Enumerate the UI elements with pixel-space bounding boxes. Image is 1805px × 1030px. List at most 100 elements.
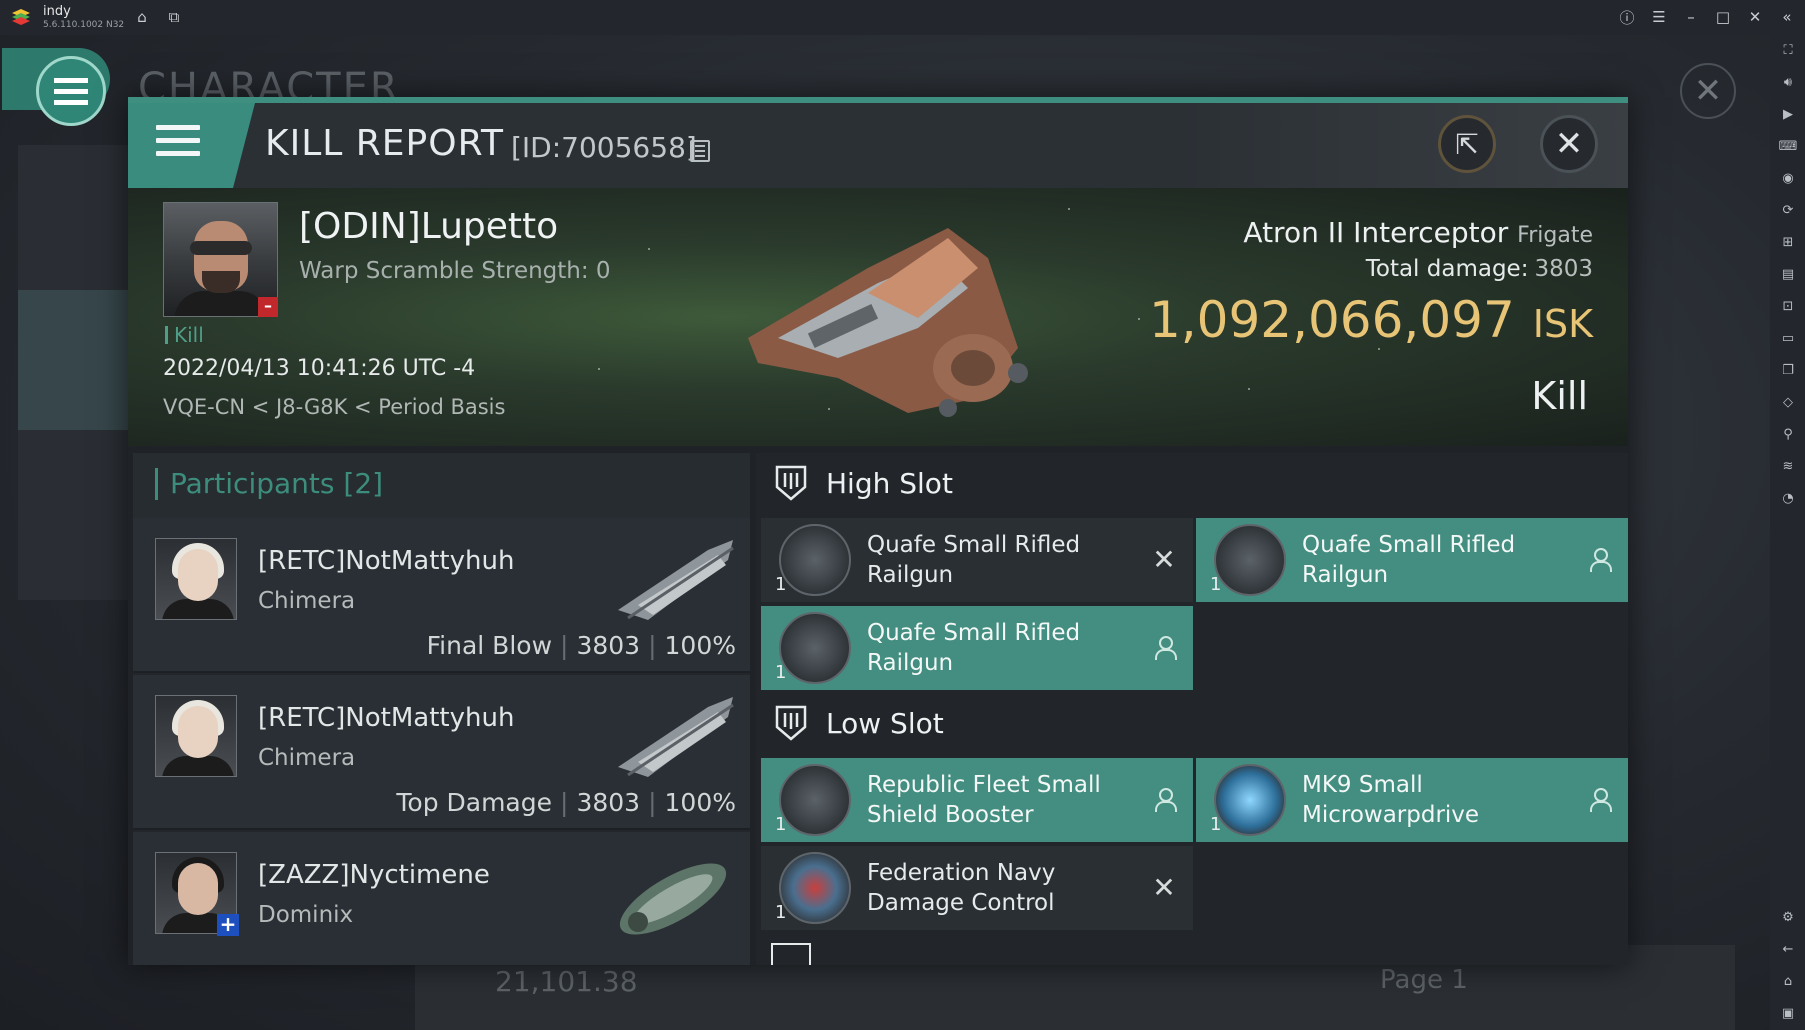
close-window-icon[interactable]: ✕	[1744, 6, 1766, 28]
eco-icon[interactable]: ◔	[1779, 489, 1797, 507]
fullscreen-icon[interactable]: ⛶	[1779, 41, 1797, 59]
emulator-sidebar: ⛶ 🔊︎ ▶ ⌨ ◉ ⟳ ⊞ ▤ ⊡ ▭ ❐ ◇ ⚲ ≋ ◔ ⚙ ← ⌂ ▣	[1770, 35, 1805, 1030]
participant-damage: 3803	[576, 631, 641, 660]
module-item[interactable]: 1 Republic Fleet Small Shield Booster	[761, 758, 1193, 842]
ship-name-text[interactable]: Atron II Interceptor	[1243, 216, 1508, 249]
mid-slot-icon	[771, 943, 811, 965]
module-item[interactable]: 1 MK9 Small Microwarpdrive	[1196, 758, 1628, 842]
total-damage-label: Total damage:	[1365, 256, 1529, 282]
participant-row[interactable]: [RETC]NotMattyhuh Chimera Final Blow | 380…	[133, 518, 750, 673]
participant-portrait[interactable]	[155, 695, 237, 777]
destroyed-icon: ✕	[1152, 870, 1176, 904]
kill-location: VQE-CN < J8-G8K < Period Basis	[163, 395, 506, 419]
participant-ship-image	[618, 697, 734, 777]
module-item[interactable]: 1 Federation Navy Damage Control ✕	[761, 846, 1193, 930]
module-name: Federation Navy Damage Control	[867, 860, 1056, 916]
warp-scramble-strength: Warp Scramble Strength: 0	[299, 258, 611, 284]
participant-row[interactable]: [RETC]NotMattyhuh Chimera Top Damage | 380…	[133, 675, 750, 830]
isk-amount: 1,092,066,097	[1148, 291, 1515, 349]
victim-name[interactable]: [ODIN]Lupetto	[299, 206, 558, 247]
home-icon[interactable]: ⌂	[131, 6, 153, 28]
copy-icon[interactable]: ❐	[1779, 361, 1797, 379]
railgun-icon	[1214, 524, 1286, 596]
volume-icon[interactable]: 🔊︎	[1779, 73, 1797, 91]
isk-unit: ISK	[1532, 302, 1593, 346]
share-button[interactable]: ⇱	[1438, 115, 1496, 173]
module-quantity: 1	[775, 814, 787, 835]
minimize-icon[interactable]: –	[1680, 6, 1702, 28]
isk-value: 1,092,066,097 ISK	[1149, 291, 1593, 349]
participant-ship: Chimera	[258, 588, 356, 614]
module-name: Quafe Small Rifled Railgun	[867, 620, 1081, 676]
participant-ship: Chimera	[258, 745, 356, 771]
dropped-person-icon	[1149, 784, 1179, 814]
shield-booster-icon	[779, 764, 851, 836]
location-icon[interactable]: ⚲	[1779, 425, 1797, 443]
module-name: MK9 Small Microwarpdrive	[1302, 772, 1480, 828]
sync-icon[interactable]: ⟳	[1779, 201, 1797, 219]
module-quantity: 1	[1210, 814, 1222, 835]
app-version: 5.6.110.1002 N32	[43, 20, 125, 30]
module-item[interactable]: 1 Quafe Small Rifled Railgun	[761, 606, 1193, 690]
maximize-icon[interactable]: □	[1712, 6, 1734, 28]
gamepad-icon[interactable]: ⊞	[1779, 233, 1797, 251]
module-quantity: 1	[1210, 574, 1222, 595]
microwarpdrive-icon	[1214, 764, 1286, 836]
participant-role: Top Damage	[396, 788, 553, 817]
keyboard-icon[interactable]: ⌨	[1779, 137, 1798, 155]
participants-title: Participants [2]	[155, 468, 383, 500]
record-icon[interactable]: ◉	[1779, 169, 1797, 187]
copy-id-icon[interactable]	[690, 140, 710, 162]
app-name: indy	[43, 4, 71, 19]
eraser-icon[interactable]: ◇	[1779, 393, 1797, 411]
participant-portrait[interactable]	[155, 538, 237, 620]
participant-damage: 3803	[576, 788, 641, 817]
damage-control-icon	[779, 852, 851, 924]
total-damage-value: 3803	[1534, 256, 1593, 282]
friendly-badge-icon: +	[217, 914, 239, 936]
dropped-person-icon	[1149, 632, 1179, 662]
participant-stats: Top Damage | 3803 | 100%	[396, 788, 736, 817]
module-item[interactable]: 1 Quafe Small Rifled Railgun ✕	[761, 518, 1193, 602]
module-item[interactable]: 1 Quafe Small Rifled Railgun	[1196, 518, 1628, 602]
android-home-icon[interactable]: ⌂	[1779, 972, 1797, 990]
participants-count: [2]	[343, 467, 384, 500]
participant-name[interactable]: [RETC]NotMattyhuh	[258, 546, 514, 576]
collapse-sidebar-icon[interactable]: «	[1776, 6, 1798, 28]
back-icon[interactable]: ←	[1779, 940, 1797, 958]
participant-row[interactable]: + [ZAZZ]Nyctimene Dominix	[133, 832, 750, 965]
destroyed-icon: ✕	[1152, 542, 1176, 576]
menu-icon[interactable]: ☰	[1648, 6, 1670, 28]
high-slot-label: High Slot	[826, 467, 953, 500]
modal-menu-button[interactable]	[128, 103, 255, 188]
ship-class-text: Frigate	[1517, 223, 1593, 248]
screenshot-icon[interactable]: ⊡	[1779, 297, 1797, 315]
background-menu-button[interactable]	[36, 56, 106, 126]
hostile-badge-icon: –	[258, 297, 278, 317]
background-close-icon[interactable]: ✕	[1680, 63, 1736, 119]
kill-report-title: KILL REPORT	[265, 123, 504, 164]
settings-icon[interactable]: ⚙	[1779, 908, 1797, 926]
apk-icon[interactable]: ▤	[1779, 265, 1797, 283]
kill-result: Kill	[1531, 374, 1588, 418]
participant-name[interactable]: [ZAZZ]Nyctimene	[258, 860, 490, 890]
kill-report-modal: KILL REPORT [ID:7005658] ⇱ ✕ – [ODIN]Lup…	[128, 97, 1628, 965]
participant-ship-image	[618, 540, 734, 620]
help-icon[interactable]: ⓘ	[1616, 6, 1638, 28]
recents-icon[interactable]: ▣	[1779, 1004, 1797, 1022]
share-icon: ⇱	[1455, 127, 1479, 161]
close-button[interactable]: ✕	[1540, 115, 1598, 173]
hamburger-icon	[156, 125, 200, 165]
bluestacks-logo-icon	[12, 9, 30, 25]
kill-report-header: KILL REPORT [ID:7005658] ⇱ ✕	[128, 103, 1628, 188]
multi-instance-icon[interactable]: ⧉	[163, 6, 185, 28]
background-left-panel	[18, 145, 128, 600]
participants-panel: Participants [2] [RETC]NotMattyhuh Chime…	[133, 453, 750, 965]
layers-icon[interactable]: ≋	[1779, 457, 1797, 475]
module-name: Quafe Small Rifled Railgun	[1302, 532, 1516, 588]
participant-name[interactable]: [RETC]NotMattyhuh	[258, 703, 514, 733]
victim-banner: – [ODIN]Lupetto Warp Scramble Strength: …	[128, 188, 1628, 446]
media-icon[interactable]: ▶	[1779, 105, 1797, 123]
folder-icon[interactable]: ▭	[1779, 329, 1797, 347]
participant-ship-image	[619, 863, 727, 935]
